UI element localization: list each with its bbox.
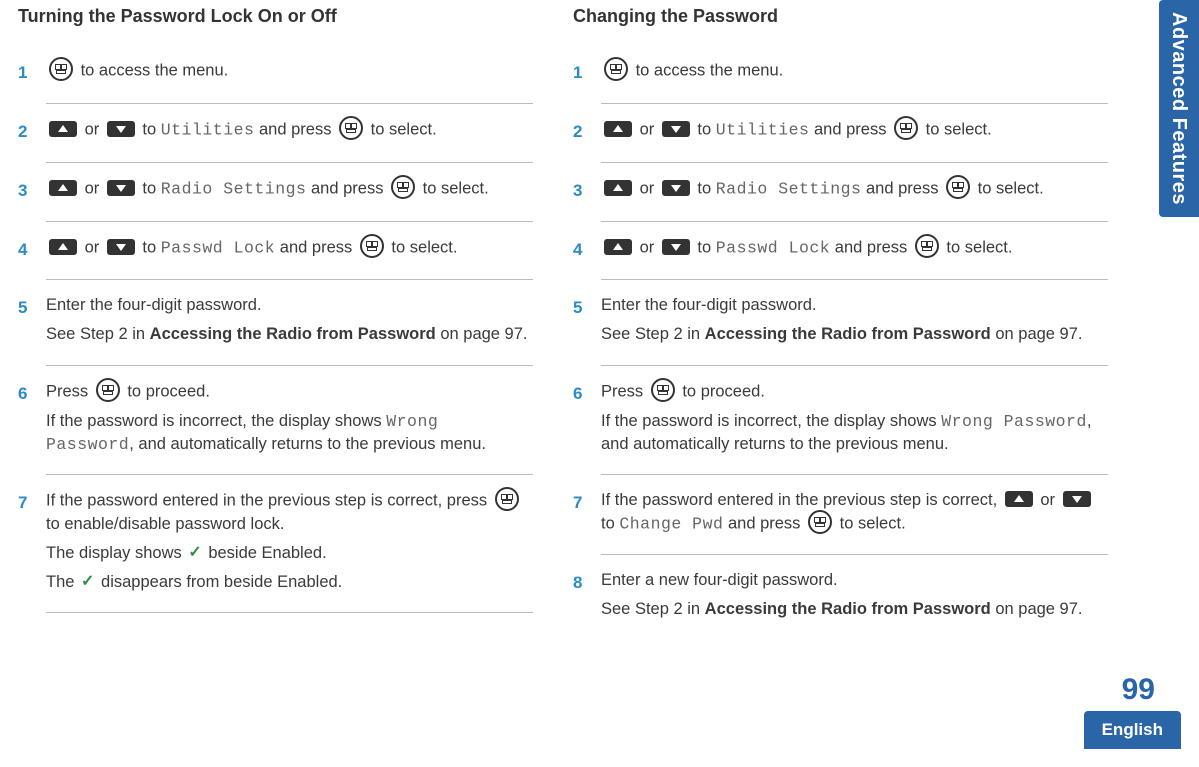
step-text: Enter a new four-digit password. — [601, 569, 1108, 592]
separator — [46, 221, 533, 222]
step-number: 1 — [18, 59, 46, 85]
step-number: 5 — [18, 294, 46, 346]
right-step-5: 5 Enter the four-digit password. See Ste… — [573, 286, 1108, 358]
right-section-title: Changing the Password — [573, 4, 1108, 29]
down-arrow-icon — [662, 239, 690, 255]
right-step-7: 7 If the password entered in the previou… — [573, 481, 1108, 548]
separator — [46, 474, 533, 475]
menu-item: Utilities — [161, 120, 255, 139]
menu-item: Change Pwd — [619, 514, 723, 533]
left-step-2: 2 or to Utilities and press to select. — [18, 110, 533, 156]
up-arrow-icon — [49, 121, 77, 137]
step-number: 2 — [573, 118, 601, 144]
separator — [601, 365, 1108, 366]
down-arrow-icon — [662, 180, 690, 196]
left-section-title: Turning the Password Lock On or Off — [18, 4, 533, 29]
step-number: 4 — [573, 236, 601, 262]
ok-button-icon — [96, 378, 120, 402]
separator — [601, 279, 1108, 280]
step-number: 7 — [18, 489, 46, 594]
separator — [601, 162, 1108, 163]
left-step-7: 7 If the password entered in the previou… — [18, 481, 533, 606]
ok-button-icon — [391, 175, 415, 199]
up-arrow-icon — [604, 180, 632, 196]
left-column: Turning the Password Lock On or Off 1 to… — [18, 4, 573, 633]
language-tab: English — [1084, 711, 1181, 749]
step-number: 1 — [573, 59, 601, 85]
step-number: 4 — [18, 236, 46, 262]
menu-item: Passwd Lock — [161, 238, 275, 257]
separator — [46, 103, 533, 104]
right-step-1: 1 to access the menu. — [573, 51, 1108, 97]
ok-button-icon — [808, 510, 832, 534]
ok-button-icon — [360, 234, 384, 258]
separator — [46, 612, 533, 613]
separator — [601, 474, 1108, 475]
left-step-1: 1 to access the menu. — [18, 51, 533, 97]
ok-button-icon — [495, 487, 519, 511]
separator — [601, 221, 1108, 222]
separator — [46, 365, 533, 366]
left-step-4: 4 or to Passwd Lock and press to select. — [18, 228, 533, 274]
left-step-3: 3 or to Radio Settings and press to sele… — [18, 169, 533, 215]
cross-ref: Accessing the Radio from Password — [150, 325, 436, 343]
up-arrow-icon — [604, 121, 632, 137]
step-number: 6 — [18, 380, 46, 456]
ok-button-icon — [915, 234, 939, 258]
ok-button-icon — [894, 116, 918, 140]
down-arrow-icon — [662, 121, 690, 137]
separator — [46, 279, 533, 280]
right-step-3: 3 or to Radio Settings and press to sele… — [573, 169, 1108, 215]
right-step-8: 8 Enter a new four-digit password. See S… — [573, 561, 1108, 633]
ok-button-icon — [339, 116, 363, 140]
up-arrow-icon — [49, 239, 77, 255]
step-number: 7 — [573, 489, 601, 536]
right-step-2: 2 or to Utilities and press to select. — [573, 110, 1108, 156]
step-number: 2 — [18, 118, 46, 144]
cross-ref: Accessing the Radio from Password — [705, 600, 991, 618]
step-number: 8 — [573, 569, 601, 621]
step-text: to access the menu. — [631, 62, 783, 80]
chapter-tab: Advanced Features — [1159, 0, 1199, 217]
cross-ref: Accessing the Radio from Password — [705, 325, 991, 343]
separator — [46, 162, 533, 163]
step-text: Enter the four-digit password. — [601, 294, 1108, 317]
ok-button-icon — [651, 378, 675, 402]
right-step-6: 6 Press to proceed. If the password is i… — [573, 372, 1108, 468]
step-number: 3 — [573, 177, 601, 203]
page-number: 99 — [1122, 669, 1155, 711]
menu-item: Radio Settings — [716, 179, 862, 198]
right-step-4: 4 or to Passwd Lock and press to select. — [573, 228, 1108, 274]
check-icon: ✓ — [81, 571, 94, 593]
menu-item: Passwd Lock — [716, 238, 830, 257]
right-column: Changing the Password 1 to access the me… — [573, 4, 1128, 633]
ok-button-icon — [49, 57, 73, 81]
ok-button-icon — [604, 57, 628, 81]
step-number: 5 — [573, 294, 601, 346]
step-text: to access the menu. — [76, 62, 228, 80]
step-number: 3 — [18, 177, 46, 203]
step-number: 6 — [573, 380, 601, 456]
down-arrow-icon — [107, 121, 135, 137]
separator — [601, 103, 1108, 104]
page-content: Turning the Password Lock On or Off 1 to… — [0, 0, 1135, 633]
step-text: See Step 2 in Accessing the Radio from P… — [46, 323, 533, 346]
ok-button-icon — [946, 175, 970, 199]
up-arrow-icon — [49, 180, 77, 196]
left-step-5: 5 Enter the four-digit password. See Ste… — [18, 286, 533, 358]
down-arrow-icon — [1063, 491, 1091, 507]
menu-item: Utilities — [716, 120, 810, 139]
up-arrow-icon — [604, 239, 632, 255]
separator — [601, 554, 1108, 555]
down-arrow-icon — [107, 239, 135, 255]
display-message: Wrong Password — [941, 412, 1087, 431]
left-step-6: 6 Press to proceed. If the password is i… — [18, 372, 533, 468]
menu-item: Radio Settings — [161, 179, 307, 198]
up-arrow-icon — [1005, 491, 1033, 507]
step-text: Enter the four-digit password. — [46, 294, 533, 317]
check-icon: ✓ — [188, 542, 201, 564]
down-arrow-icon — [107, 180, 135, 196]
